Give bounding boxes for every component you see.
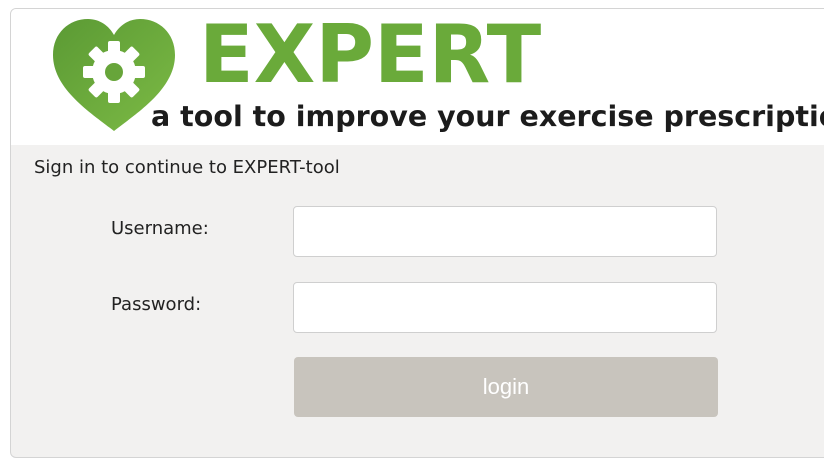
brand-tagline: a tool to improve your exercise prescrip… [151,100,824,133]
brand-header: EXPERT a tool to improve your exercise p… [11,9,824,145]
username-input[interactable] [293,206,717,257]
login-panel: EXPERT a tool to improve your exercise p… [10,8,824,458]
password-label: Password: [111,294,202,315]
brand-name: EXPERT [199,8,542,101]
password-input[interactable] [293,282,717,333]
sign-in-intro: Sign in to continue to EXPERT-tool [34,157,340,178]
username-label: Username: [111,218,209,239]
login-button[interactable]: login [294,357,718,417]
